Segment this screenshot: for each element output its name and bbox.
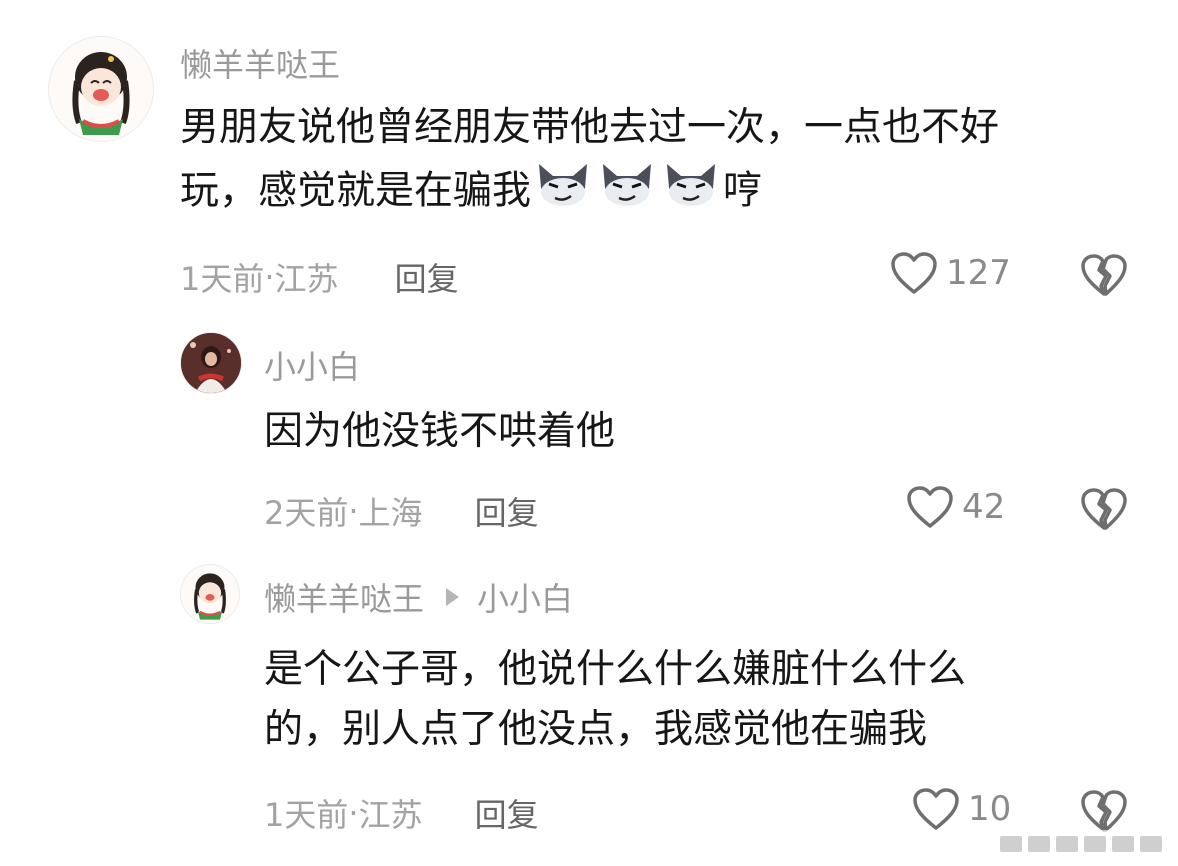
reply-text-line: 是个公子哥，他说什么什么嫌脏什么什么 [264, 647, 967, 692]
dislike-button[interactable] [1080, 486, 1128, 536]
reply-meta: 1天前 · 江苏 回复 [264, 790, 539, 836]
meta-separator: · [348, 492, 359, 530]
broken-heart-icon [1081, 254, 1127, 296]
meta-separator: · [264, 258, 275, 296]
wolf-smirk-emoji [597, 158, 657, 228]
comment-time: 1天前 [180, 260, 265, 298]
reply-meta: 2天前 · 上海 回复 [264, 488, 539, 534]
girl-avatar-icon [72, 52, 130, 135]
heart-icon [907, 486, 953, 528]
avatar[interactable] [180, 332, 242, 394]
reply-arrow-icon [446, 588, 460, 606]
reply-text: 是个公子哥，他说什么什么嫌脏什么什么 的，别人点了他没点，我感觉他在骗我 [264, 640, 1144, 761]
comment-text: 男朋友说他曾经朋友带他去过一次，一点也不好 玩，感觉就是在骗我 哼 [180, 98, 1140, 229]
reply-location: 上海 [358, 494, 423, 532]
avatar[interactable] [48, 36, 154, 142]
comment-username[interactable]: 懒羊羊哒王 [180, 40, 340, 86]
comment-location: 江苏 [274, 260, 339, 298]
comment-text-line: 男朋友说他曾经朋友带他去过一次，一点也不好 [180, 105, 1000, 150]
broken-heart-icon [1081, 488, 1127, 530]
heart-icon [913, 788, 959, 830]
comment-text-line: 玩，感觉就是在骗我 哼 [180, 158, 1140, 228]
wolf-smirk-emoji [533, 158, 593, 228]
watermark-image [990, 824, 1170, 860]
wolf-smirk-emoji [661, 158, 721, 228]
reply-username[interactable]: 懒羊羊哒王 [264, 574, 424, 620]
reply-username[interactable]: 小小白 [264, 342, 360, 388]
like-count: 42 [962, 487, 1006, 527]
comment-meta: 1天前 · 江苏 回复 [180, 254, 459, 300]
reply-username-row: 懒羊羊哒王 小小白 [264, 574, 573, 620]
heart-icon [891, 252, 937, 294]
reply-location: 江苏 [358, 796, 423, 834]
dislike-button[interactable] [1080, 252, 1128, 302]
avatar[interactable] [180, 564, 240, 624]
meta-separator: · [348, 794, 359, 832]
reply-item: 懒羊羊哒王 小小白 是个公子哥，他说什么什么嫌脏什么什么 的，别人点了他没点，我… [0, 556, 1178, 866]
reply-button[interactable]: 回复 [395, 254, 459, 300]
girl-avatar-icon [194, 573, 226, 620]
reply-button[interactable]: 回复 [475, 790, 539, 836]
reply-button[interactable]: 回复 [475, 488, 539, 534]
reply-text: 因为他没钱不哄着他 [264, 409, 616, 454]
comment-item: 懒羊羊哒王 男朋友说他曾经朋友带他去过一次，一点也不好 玩，感觉就是在骗我 哼 … [0, 0, 1178, 320]
like-button[interactable]: 127 [890, 251, 1011, 295]
reply-time: 2天前 [264, 494, 349, 532]
like-button[interactable]: 42 [906, 485, 1005, 529]
like-count: 127 [946, 253, 1011, 293]
like-count: 10 [968, 789, 1012, 829]
reply-to-username[interactable]: 小小白 [477, 574, 573, 620]
reply-time: 1天前 [264, 796, 349, 834]
reply-text-line: 的，别人点了他没点，我感觉他在骗我 [264, 707, 928, 753]
reply-item: 小小白 因为他没钱不哄着他 2天前 · 上海 回复 42 [0, 320, 1178, 560]
girl-photo-avatar-icon [181, 333, 241, 393]
